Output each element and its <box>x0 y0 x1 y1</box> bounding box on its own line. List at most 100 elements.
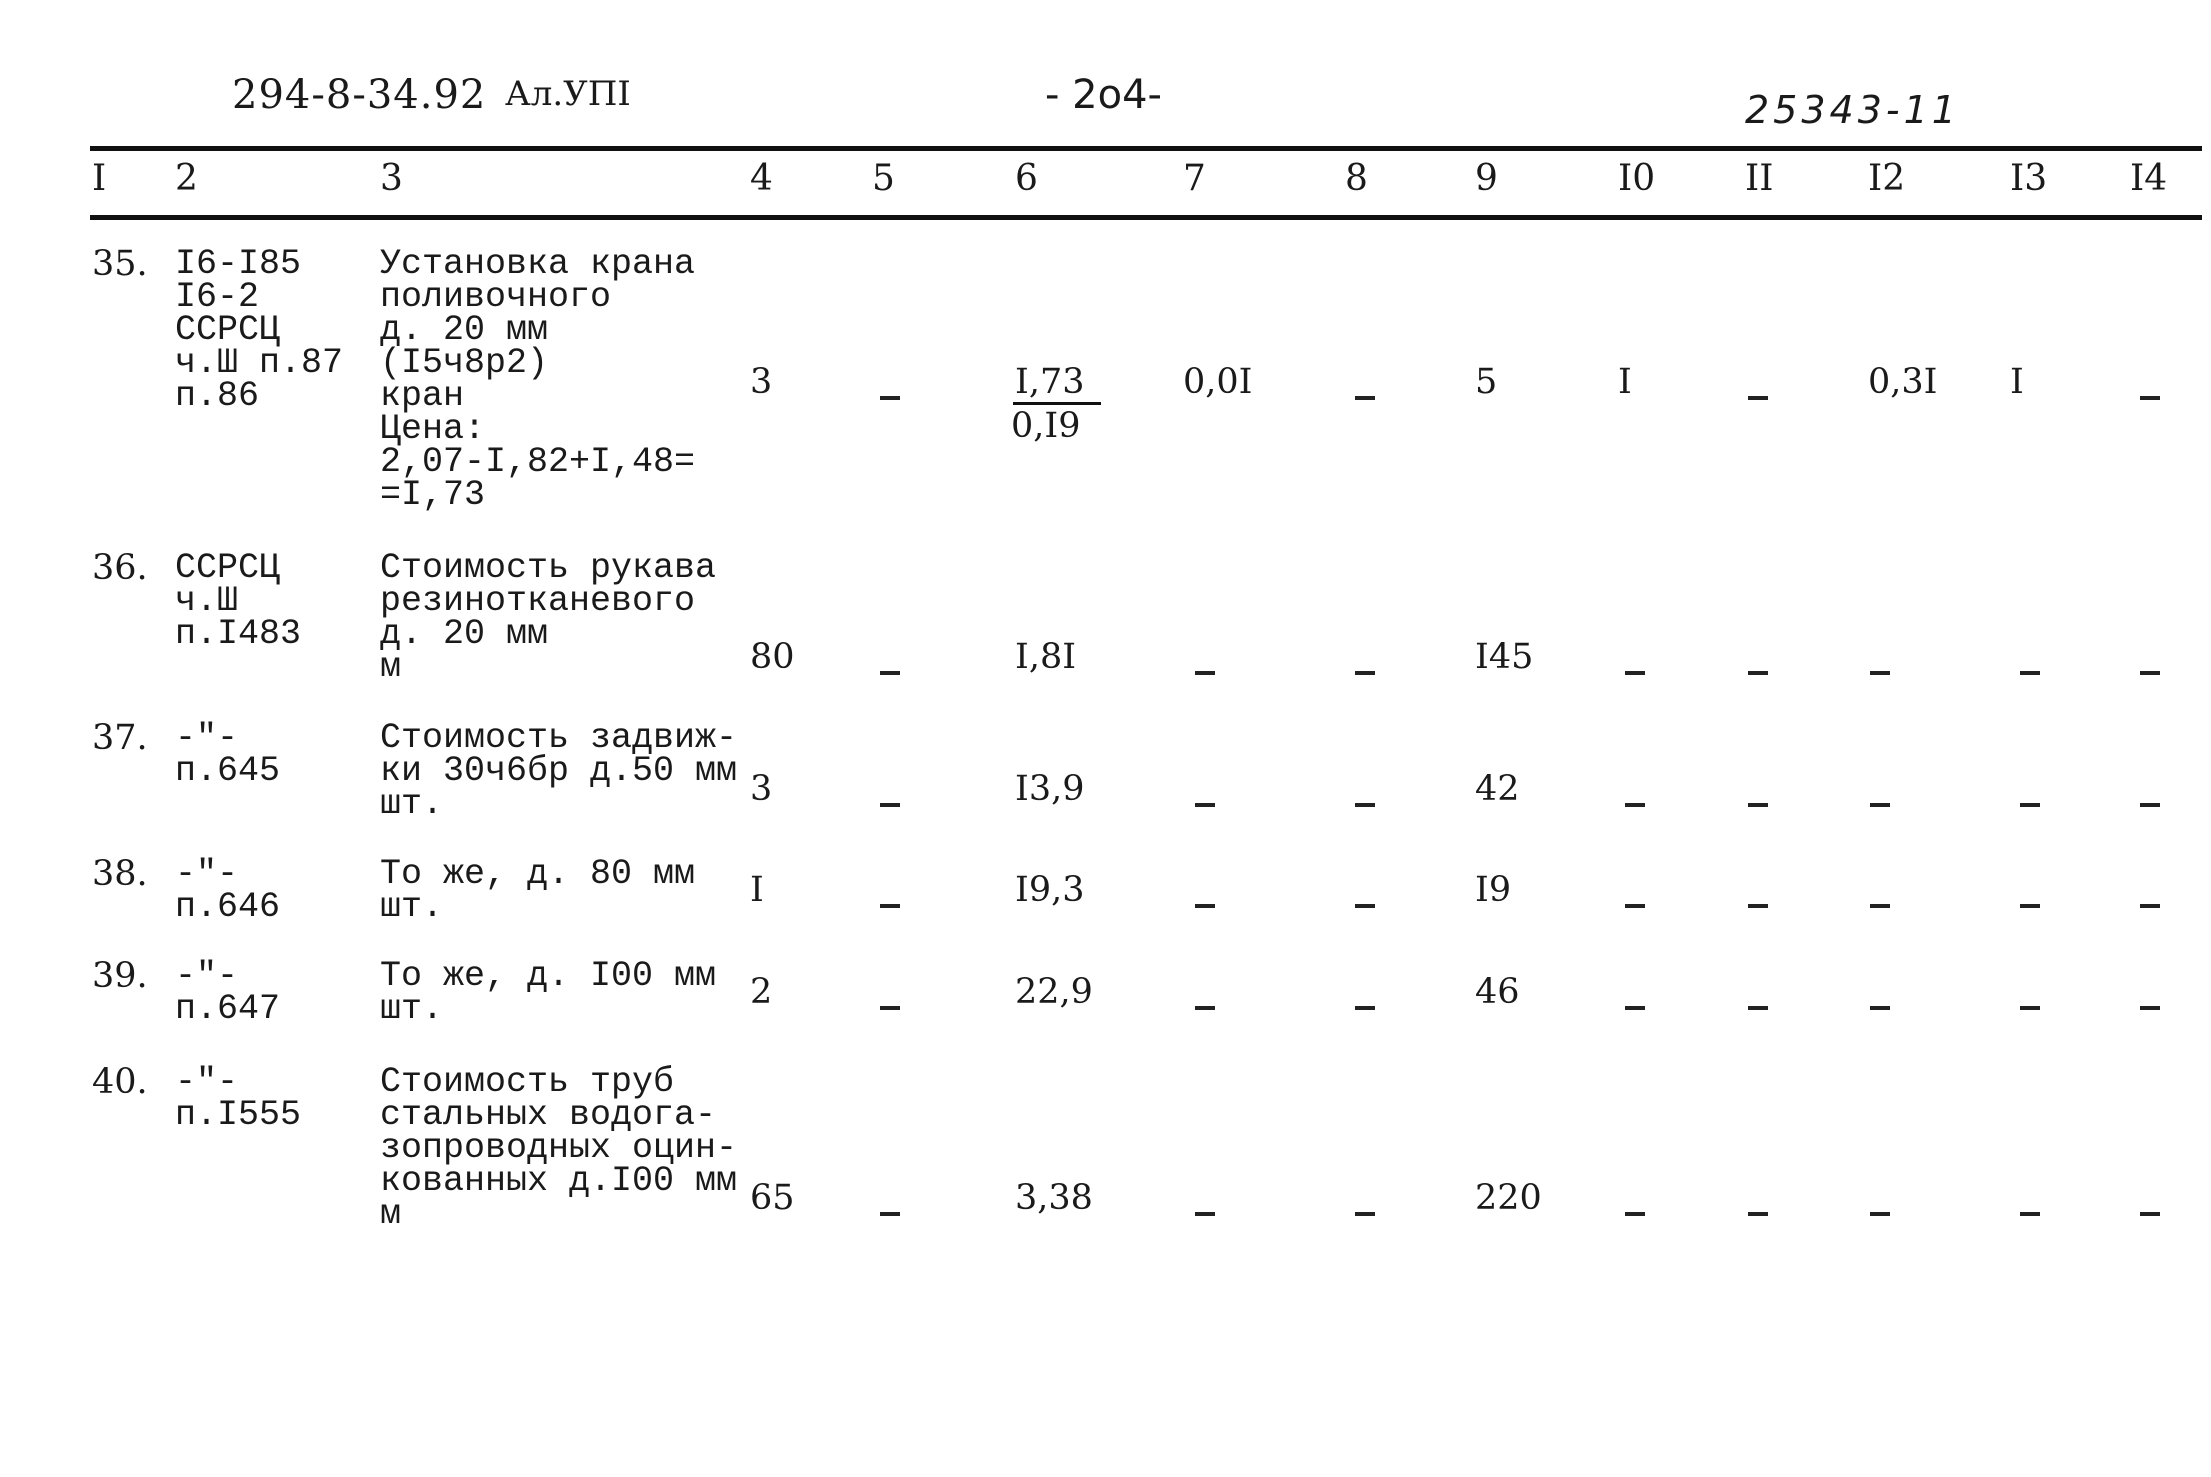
row-description: Установка крана поливочного д. 20 мм (I5… <box>380 244 696 515</box>
cell-col-4: 65 <box>750 1178 795 1218</box>
row-number: 40. <box>92 1062 148 1102</box>
cell-col-9: I9 <box>1475 870 1512 910</box>
table-header-rule <box>90 215 2202 220</box>
row-description: Стоимость рукава резинотканевого д. 20 м… <box>380 548 717 687</box>
dash-col-11 <box>1748 803 1768 807</box>
dash-col-5 <box>880 671 900 675</box>
dash-col-5 <box>880 1212 900 1216</box>
dash-col-8 <box>1355 904 1375 908</box>
column-header-12: I2 <box>1868 158 1906 199</box>
dash-col-14 <box>2140 1212 2160 1216</box>
cell-col-4: 3 <box>750 362 773 402</box>
row-reference: I6-I85 I6-2 ССРСЦ ч.Ш п.87 п.86 <box>175 244 344 416</box>
row-number: 36. <box>92 548 148 588</box>
row-number: 35. <box>92 244 148 284</box>
page-number: - 2o4- <box>1045 72 1162 118</box>
dash-col-10 <box>1625 1006 1645 1010</box>
dash-col-13 <box>2020 803 2040 807</box>
dash-col-14 <box>2140 1006 2160 1010</box>
album-label: Ал.УПI <box>505 74 631 114</box>
table-top-rule <box>90 146 2202 151</box>
cell-col-12: 0,3I <box>1868 362 1938 402</box>
dash-col-5 <box>880 803 900 807</box>
dash-col-13 <box>2020 1212 2040 1216</box>
dash-col-7 <box>1195 904 1215 908</box>
dash-col-14 <box>2140 803 2160 807</box>
dash-col-8 <box>1355 1212 1375 1216</box>
dash-col-8 <box>1355 671 1375 675</box>
cell-col-9: 5 <box>1475 362 1498 402</box>
cell-col-10: I <box>1618 362 1632 402</box>
dash-col-8 <box>1355 396 1375 400</box>
cell-col-4: I <box>750 870 764 910</box>
cell-col-9: 42 <box>1475 769 1520 809</box>
row-reference: ССРСЦ ч.Ш п.I483 <box>175 548 302 654</box>
cell-col-4: 3 <box>750 769 773 809</box>
dash-col-7 <box>1195 803 1215 807</box>
fraction-line <box>1013 402 1101 405</box>
column-header-2: 2 <box>175 158 198 199</box>
dash-col-11 <box>1748 1006 1768 1010</box>
cell-col-9: 46 <box>1475 972 1520 1012</box>
row-description: То же, д. 80 мм шт. <box>380 854 696 927</box>
cell-col-9: 220 <box>1475 1178 1542 1218</box>
dash-col-7 <box>1195 1212 1215 1216</box>
column-header-4: 4 <box>750 158 773 199</box>
dash-col-13 <box>2020 1006 2040 1010</box>
column-header-14: I4 <box>2130 158 2168 199</box>
dash-col-7 <box>1195 1006 1215 1010</box>
row-description: Стоимость труб стальных водога- зопровод… <box>380 1062 738 1234</box>
row-reference: -"- п.646 <box>175 854 281 927</box>
cell-col-6: I,73 <box>1015 362 1085 402</box>
dash-col-14 <box>2140 904 2160 908</box>
dash-col-12 <box>1870 803 1890 807</box>
dash-col-11 <box>1748 671 1768 675</box>
row-number: 37. <box>92 718 148 758</box>
cell-col-6: I3,9 <box>1015 769 1085 809</box>
row-description: То же, д. I00 мм шт. <box>380 956 717 1029</box>
dash-col-12 <box>1870 1006 1890 1010</box>
dash-col-13 <box>2020 671 2040 675</box>
dash-col-11 <box>1748 1212 1768 1216</box>
cell-col-9: I45 <box>1475 637 1534 677</box>
cell-col-6: 3,38 <box>1015 1178 1093 1218</box>
cell-col-4: 80 <box>750 637 795 677</box>
archive-number: 25343-11 <box>1745 88 1960 132</box>
column-header-11: II <box>1745 158 1774 199</box>
dash-col-11 <box>1748 904 1768 908</box>
dash-col-10 <box>1625 671 1645 675</box>
dash-col-8 <box>1355 1006 1375 1010</box>
row-description: Стоимость задвиж- ки 30ч6бр д.50 мм шт. <box>380 718 738 824</box>
cell-col-6: I,8I <box>1015 637 1077 677</box>
dash-col-12 <box>1870 1212 1890 1216</box>
dash-col-5 <box>880 396 900 400</box>
cell-col-6: I9,3 <box>1015 870 1085 910</box>
dash-col-8 <box>1355 803 1375 807</box>
row-number: 38. <box>92 854 148 894</box>
cell-col-6: 22,9 <box>1015 972 1093 1012</box>
dash-col-10 <box>1625 1212 1645 1216</box>
cell-col-4: 2 <box>750 972 773 1012</box>
column-header-13: I3 <box>2010 158 2048 199</box>
page-header: 294-8-34.92 Ал.УПI - 2o4- 25343-11 <box>0 0 2211 140</box>
column-header-7: 7 <box>1183 158 1206 199</box>
dash-col-12 <box>1870 671 1890 675</box>
row-reference: -"- п.645 <box>175 718 281 791</box>
row-number: 39. <box>92 956 148 996</box>
cell-col-7: 0,0I <box>1183 362 1253 402</box>
column-header-8: 8 <box>1345 158 1368 199</box>
document-code: 294-8-34.92 <box>232 72 487 118</box>
column-header-3: 3 <box>380 158 403 199</box>
dash-col-7 <box>1195 671 1215 675</box>
row-reference: -"- п.I555 <box>175 1062 302 1135</box>
row-reference: -"- п.647 <box>175 956 281 1029</box>
cell-col-13: I <box>2010 362 2024 402</box>
dash-col-12 <box>1870 904 1890 908</box>
column-header-10: I0 <box>1618 158 1656 199</box>
dash-col-5 <box>880 904 900 908</box>
dash-col-14 <box>2140 671 2160 675</box>
dash-col-10 <box>1625 904 1645 908</box>
column-header-5: 5 <box>872 158 895 199</box>
column-header-1: I <box>92 158 107 199</box>
dash-col-13 <box>2020 904 2040 908</box>
